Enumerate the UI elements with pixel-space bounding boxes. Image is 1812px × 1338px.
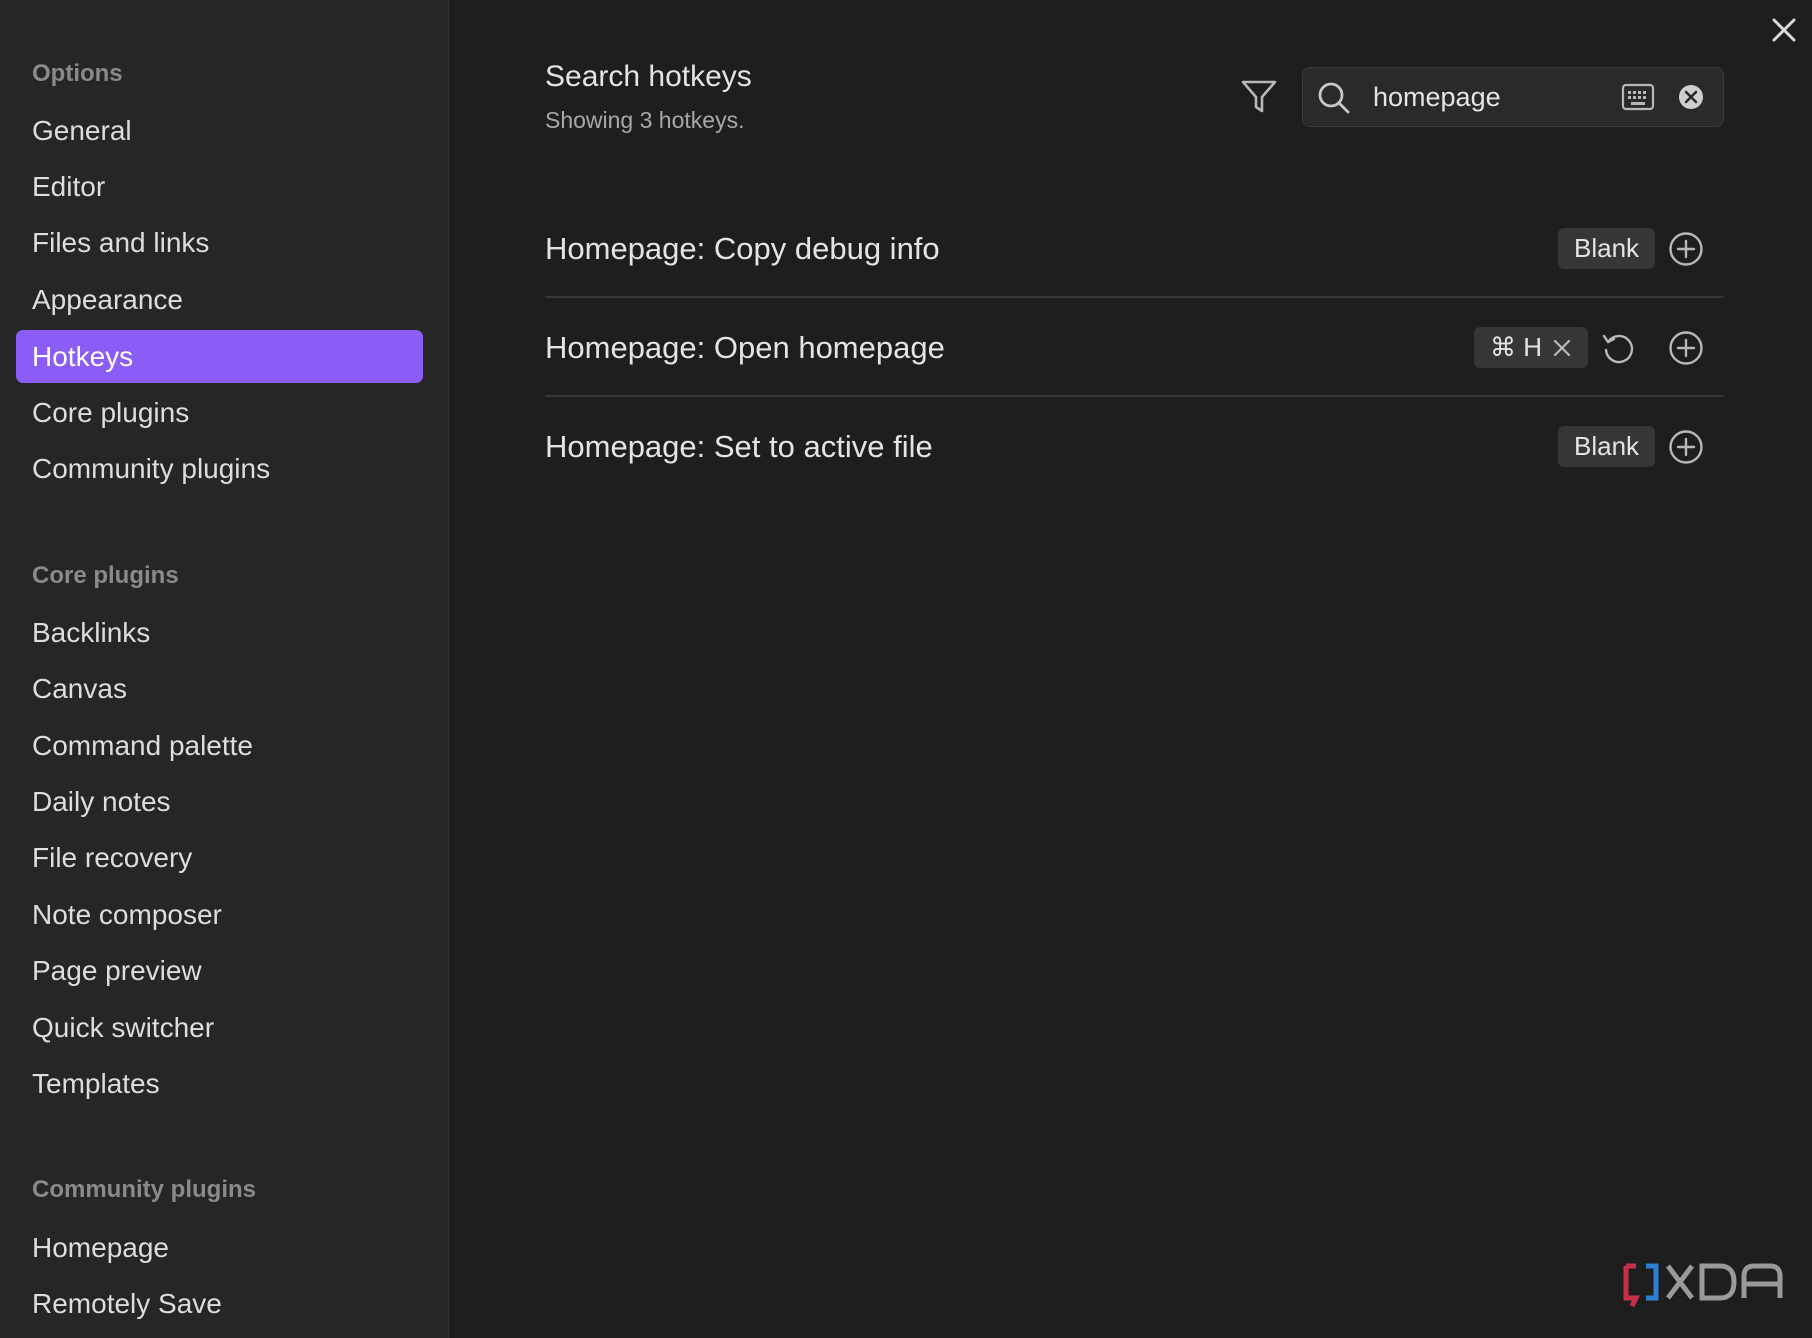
hotkey-binding-cmd-h[interactable]: ⌘ H bbox=[1474, 327, 1588, 368]
sidebar-item-command-palette[interactable]: Command palette bbox=[16, 719, 423, 772]
sidebar-item-note-composer[interactable]: Note composer bbox=[16, 888, 423, 941]
xda-logo-icon bbox=[1623, 1263, 1783, 1308]
sidebar-item-quick-switcher[interactable]: Quick switcher bbox=[16, 1001, 423, 1054]
sidebar-item-canvas[interactable]: Canvas bbox=[16, 662, 423, 715]
sidebar-item-editor[interactable]: Editor bbox=[16, 160, 423, 213]
hotkey-row-set-to-active-file: Homepage: Set to active file Blank bbox=[545, 397, 1724, 496]
sidebar-item-remotely-save[interactable]: Remotely Save bbox=[16, 1277, 423, 1330]
reset-icon bbox=[1602, 334, 1634, 364]
hotkey-name: Homepage: Open homepage bbox=[545, 329, 945, 365]
restore-default-button[interactable] bbox=[1599, 329, 1637, 367]
keyboard-icon[interactable] bbox=[1621, 82, 1655, 112]
page-title: Search hotkeys bbox=[545, 60, 752, 93]
add-hotkey-button[interactable] bbox=[1667, 329, 1705, 367]
section-title-core-plugins: Core plugins bbox=[32, 562, 179, 589]
filter-icon bbox=[1241, 80, 1277, 113]
sidebar-item-homepage[interactable]: Homepage bbox=[16, 1221, 423, 1274]
search-icon bbox=[1318, 82, 1350, 114]
close-icon bbox=[1772, 18, 1796, 42]
plus-circle-icon bbox=[1669, 331, 1703, 365]
sidebar-item-hotkeys[interactable]: Hotkeys bbox=[16, 330, 423, 383]
sidebar-item-general[interactable]: General bbox=[16, 104, 423, 157]
plus-circle-icon bbox=[1669, 430, 1703, 464]
hotkey-binding-label: ⌘ H bbox=[1490, 332, 1542, 362]
add-hotkey-button[interactable] bbox=[1667, 428, 1705, 466]
filter-button[interactable] bbox=[1238, 76, 1280, 118]
settings-sidebar: Options General Editor Files and links A… bbox=[0, 0, 449, 1338]
hotkey-binding-blank[interactable]: Blank bbox=[1558, 426, 1656, 467]
hotkey-row-open-homepage: Homepage: Open homepage ⌘ H bbox=[545, 298, 1724, 397]
sidebar-item-appearance[interactable]: Appearance bbox=[16, 273, 423, 326]
add-hotkey-button[interactable] bbox=[1667, 230, 1705, 268]
remove-hotkey-button[interactable] bbox=[1552, 338, 1572, 358]
sidebar-item-community-plugins[interactable]: Community plugins bbox=[16, 442, 423, 495]
hotkey-search-box bbox=[1302, 67, 1724, 127]
sidebar-item-backlinks[interactable]: Backlinks bbox=[16, 606, 423, 659]
search-input[interactable] bbox=[1373, 76, 1603, 118]
close-button[interactable] bbox=[1766, 12, 1802, 48]
hotkey-name: Homepage: Copy debug info bbox=[545, 230, 940, 266]
sidebar-item-file-recovery[interactable]: File recovery bbox=[16, 831, 423, 884]
hotkey-count: Showing 3 hotkeys. bbox=[545, 107, 745, 133]
hotkey-row-copy-debug-info: Homepage: Copy debug info Blank bbox=[545, 199, 1724, 298]
sidebar-item-page-preview[interactable]: Page preview bbox=[16, 944, 423, 997]
section-title-community-plugins: Community plugins bbox=[32, 1176, 256, 1203]
hotkey-binding-blank[interactable]: Blank bbox=[1558, 228, 1656, 269]
section-title-options: Options bbox=[32, 60, 123, 87]
sidebar-item-files-and-links[interactable]: Files and links bbox=[16, 216, 423, 269]
sidebar-item-templates[interactable]: Templates bbox=[16, 1057, 423, 1110]
hotkey-name: Homepage: Set to active file bbox=[545, 428, 933, 464]
close-icon bbox=[1553, 339, 1571, 356]
sidebar-item-core-plugins[interactable]: Core plugins bbox=[16, 386, 423, 439]
sidebar-item-daily-notes[interactable]: Daily notes bbox=[16, 775, 423, 828]
plus-circle-icon bbox=[1669, 232, 1703, 266]
clear-search-icon[interactable] bbox=[1677, 83, 1705, 111]
